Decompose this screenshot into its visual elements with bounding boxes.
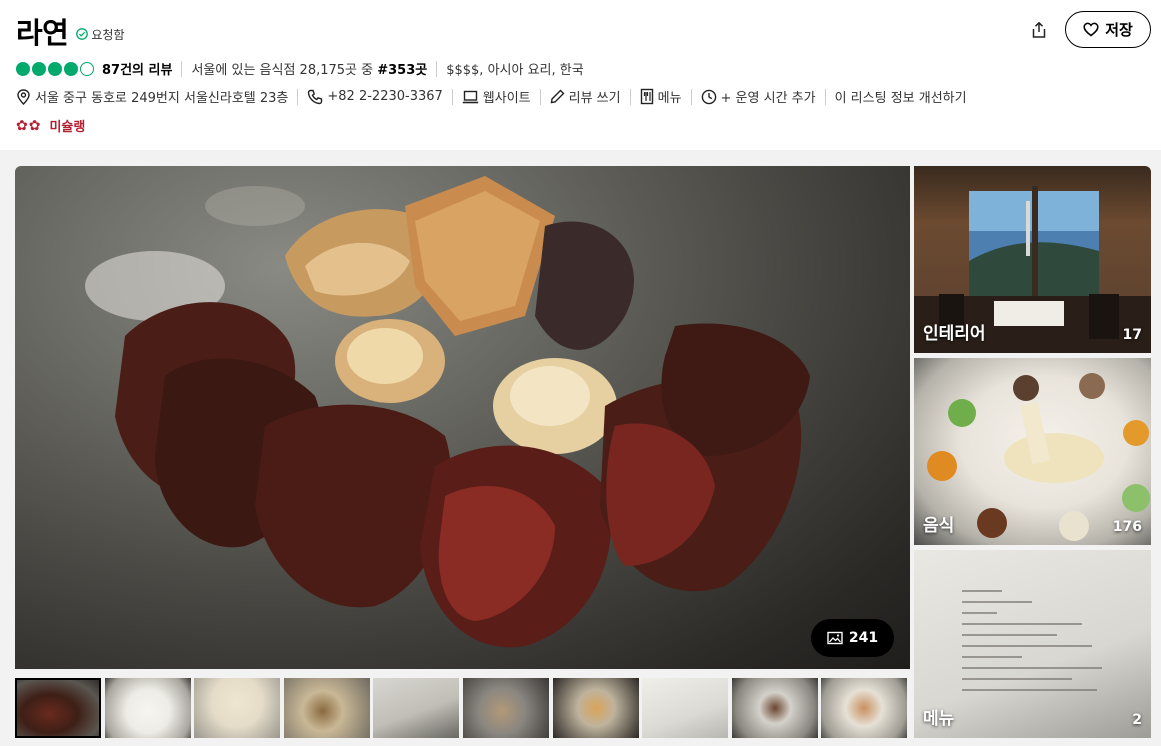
tile-label-interior: 인테리어 bbox=[923, 324, 986, 344]
phone-link[interactable]: +82 2-2230-3367 bbox=[307, 89, 443, 105]
menu-page-image bbox=[962, 590, 1112, 700]
add-hours-text: + 운영 시간 추가 bbox=[720, 91, 816, 106]
tile-label-food: 음식 bbox=[923, 516, 955, 536]
thumbnail-9[interactable] bbox=[731, 678, 818, 738]
ranking-link[interactable]: 서울에 있는 음식점 28,175곳 중 #353곳 bbox=[191, 59, 427, 78]
divider bbox=[297, 88, 299, 105]
image-icon bbox=[827, 631, 843, 645]
thumbnail-4[interactable] bbox=[283, 678, 370, 738]
write-review-link[interactable]: 리뷰 쓰기 bbox=[550, 87, 621, 106]
cuisine-tags[interactable]: $$$$, 아시아 요리, 한국 bbox=[446, 59, 583, 78]
michelin-label: 미슐랭 bbox=[49, 120, 86, 135]
improve-listing-link[interactable]: 이 리스팅 정보 개선하기 bbox=[835, 87, 967, 106]
divider bbox=[824, 88, 826, 105]
divider bbox=[690, 88, 692, 105]
michelin-flower-icon: ✿✿ bbox=[16, 117, 42, 134]
divider bbox=[629, 88, 631, 105]
thumbnail-1[interactable] bbox=[15, 678, 101, 738]
thumbnail-2[interactable] bbox=[104, 678, 191, 738]
thumbnail-8[interactable] bbox=[642, 678, 729, 738]
divider bbox=[181, 60, 183, 77]
listing-header: 라연 요청함 저장 87건의 리뷰 서울에 있는 음식점 28,175곳 중 #… bbox=[0, 0, 1161, 150]
thumbnail-6[interactable] bbox=[462, 678, 549, 738]
claimed-label: 요청함 bbox=[91, 27, 125, 42]
all-photos-button[interactable]: 241 bbox=[811, 619, 894, 657]
tile-count-menu: 2 bbox=[1132, 712, 1142, 728]
website-text: 웹사이트 bbox=[482, 91, 531, 106]
ranking-value: #353곳 bbox=[377, 63, 428, 78]
rating-bubbles bbox=[16, 61, 96, 76]
thumbnail-7[interactable] bbox=[552, 678, 639, 738]
write-review-text: 리뷰 쓰기 bbox=[568, 91, 621, 106]
tile-count-interior: 17 bbox=[1122, 327, 1142, 343]
heart-icon bbox=[1083, 22, 1099, 37]
tile-count-food: 176 bbox=[1112, 519, 1142, 535]
food-photos-tile[interactable]: 음식 176 bbox=[914, 358, 1151, 545]
address-text: 서울 중구 동호로 249번지 서울신라호텔 23층 bbox=[35, 91, 289, 106]
rating-bubble-1 bbox=[16, 61, 30, 76]
steak-dish-image bbox=[85, 176, 810, 648]
menu-book-icon bbox=[640, 88, 653, 105]
share-icon bbox=[1032, 21, 1046, 38]
claimed-badge[interactable]: 요청함 bbox=[76, 26, 125, 43]
save-label: 저장 bbox=[1105, 21, 1133, 39]
phone-icon bbox=[308, 89, 323, 104]
thumbnail-3[interactable] bbox=[194, 678, 281, 738]
website-link[interactable]: 웹사이트 bbox=[462, 87, 531, 106]
michelin-badge[interactable]: ✿✿ 미슐랭 bbox=[16, 116, 86, 136]
interior-photos-tile[interactable]: 인테리어 17 bbox=[914, 166, 1151, 353]
main-photo[interactable]: 241 bbox=[15, 166, 910, 669]
location-pin-icon bbox=[17, 88, 30, 105]
improve-listing-text: 이 리스팅 정보 개선하기 bbox=[834, 91, 967, 106]
rating-row: 87건의 리뷰 서울에 있는 음식점 28,175곳 중 #353곳 $$$$,… bbox=[16, 59, 584, 78]
photo-count-value: 241 bbox=[848, 630, 879, 646]
address-link[interactable]: 서울 중구 동호로 249번지 서울신라호텔 23층 bbox=[16, 87, 288, 106]
phone-text: +82 2-2230-3367 bbox=[327, 89, 443, 104]
rating-bubble-5 bbox=[80, 61, 94, 76]
pencil-icon bbox=[550, 89, 565, 104]
menu-text: 메뉴 bbox=[657, 91, 682, 106]
tile-label-menu: 메뉴 bbox=[923, 709, 955, 729]
check-circle-icon bbox=[76, 28, 89, 40]
menu-photos-tile[interactable]: 메뉴 2 bbox=[914, 550, 1151, 738]
share-button[interactable] bbox=[1025, 16, 1053, 44]
rating-bubble-3 bbox=[48, 61, 62, 76]
divider bbox=[451, 88, 453, 105]
add-hours-link[interactable]: + 운영 시간 추가 bbox=[701, 87, 816, 106]
divider bbox=[436, 60, 438, 77]
ranking-prefix: 서울에 있는 음식점 28,175곳 중 bbox=[191, 63, 378, 78]
info-row: 서울 중구 동호로 249번지 서울신라호텔 23층 +82 2-2230-33… bbox=[16, 87, 967, 106]
save-button[interactable]: 저장 bbox=[1065, 11, 1151, 48]
title-row: 라연 요청함 bbox=[16, 10, 125, 52]
restaurant-title: 라연 bbox=[16, 16, 69, 50]
laptop-icon bbox=[462, 90, 478, 103]
thumbnail-5[interactable] bbox=[373, 678, 460, 738]
rating-bubble-4 bbox=[64, 61, 78, 76]
thumbnail-strip bbox=[15, 678, 911, 738]
rating-bubble-2 bbox=[32, 61, 46, 76]
divider bbox=[539, 88, 541, 105]
clock-icon bbox=[701, 89, 716, 104]
thumbnail-10[interactable] bbox=[821, 678, 908, 738]
menu-link[interactable]: 메뉴 bbox=[640, 87, 682, 106]
review-count-link[interactable]: 87건의 리뷰 bbox=[102, 59, 172, 78]
